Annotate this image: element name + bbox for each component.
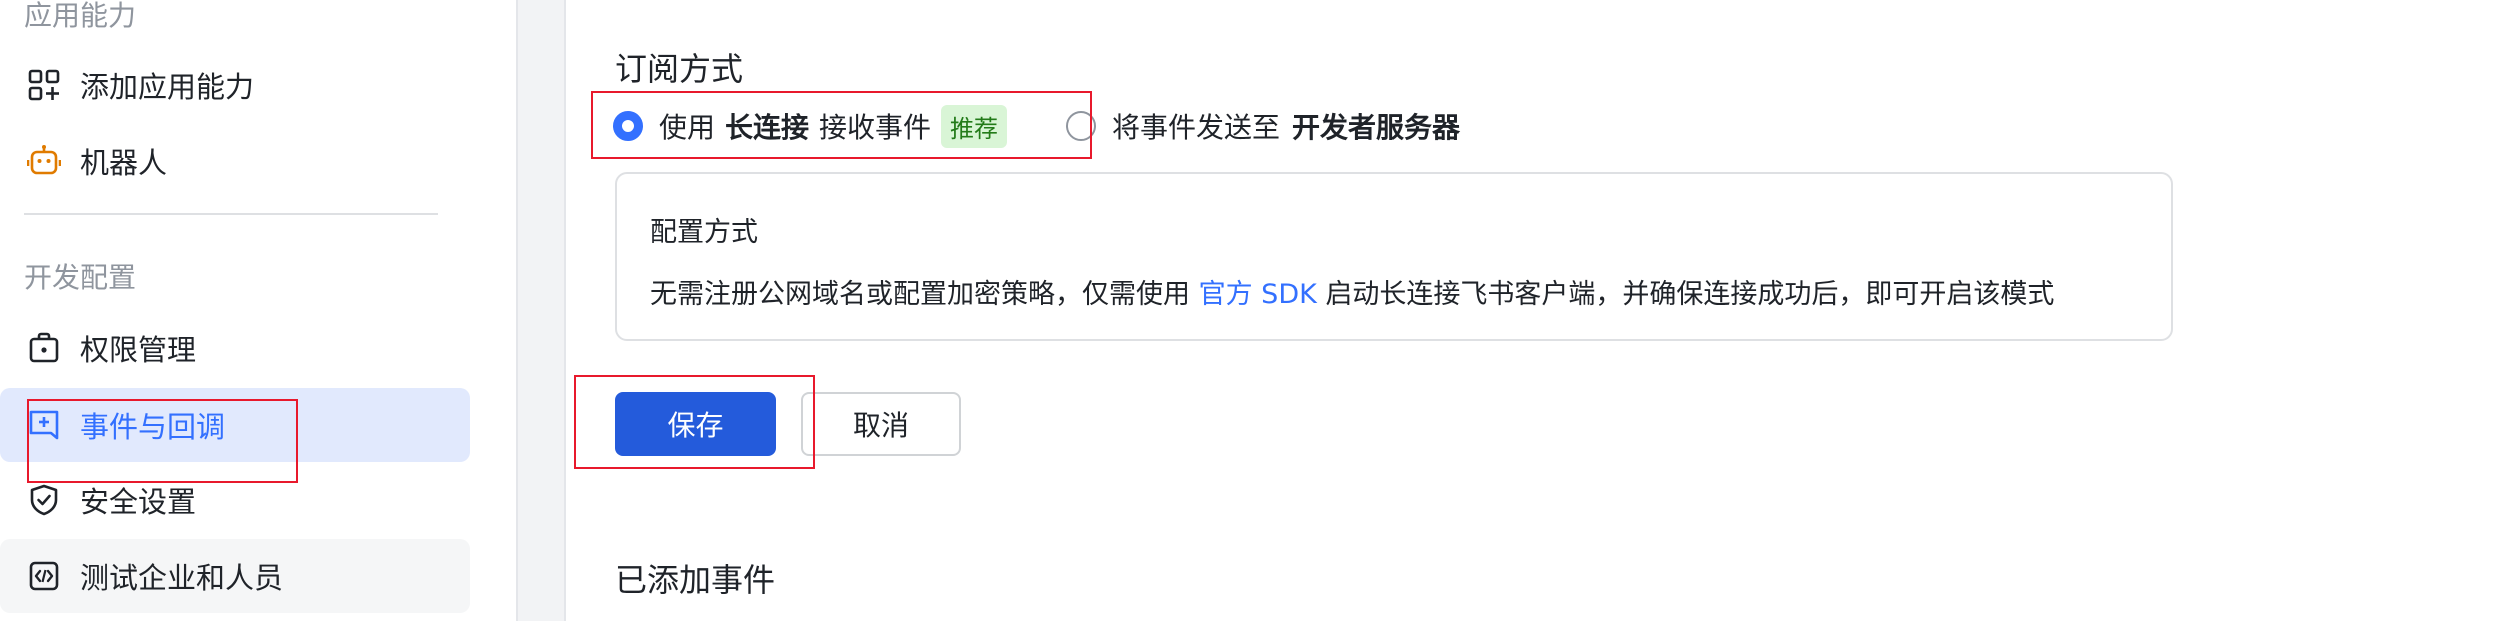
config-desc-after: 启动长连接飞书客户端，并确保连接成功后，即可开启该模式 xyxy=(1325,279,2055,310)
sidebar-divider xyxy=(24,213,438,215)
sidebar-item-test-enterprise[interactable]: 测试企业和人员 xyxy=(0,539,470,613)
sdk-link[interactable]: 官方 SDK xyxy=(1199,279,1317,310)
sidebar-item-label: 测试企业和人员 xyxy=(80,561,284,595)
highlight-box-save xyxy=(574,375,815,469)
sidebar: 应用能力 添加应用能力 机器人 开发配置 权限管理 事件与回调 安全设置 测试企… xyxy=(0,0,516,621)
added-events-title: 已添加事件 xyxy=(615,561,776,599)
permission-icon xyxy=(26,330,62,366)
highlight-box-events-nav xyxy=(27,399,298,483)
config-desc-before: 无需注册公网域名或配置加密策略，仅需使用 xyxy=(650,279,1190,310)
sidebar-item-label: 机器人 xyxy=(80,146,168,180)
radio-developer-server[interactable]: 将事件发送至 开发者服务器 xyxy=(1066,104,1460,148)
config-title: 配置方式 xyxy=(650,217,758,248)
sidebar-item-add-capability[interactable]: 添加应用能力 xyxy=(0,48,470,122)
add-grid-icon xyxy=(26,67,62,103)
content-border xyxy=(564,0,566,621)
sidebar-item-label: 权限管理 xyxy=(80,333,197,367)
radio-label-bold: 开发者服务器 xyxy=(1292,111,1461,144)
section-title-app: 应用能力 xyxy=(24,0,137,32)
config-card: 配置方式 无需注册公网域名或配置加密策略，仅需使用 官方 SDK 启动长连接飞书… xyxy=(615,172,2173,341)
robot-icon xyxy=(26,143,62,179)
code-icon xyxy=(26,558,62,594)
highlight-box-radio xyxy=(591,91,1092,159)
sidebar-item-label: 添加应用能力 xyxy=(80,70,255,104)
sidebar-item-label: 安全设置 xyxy=(80,485,197,519)
subscribe-method-title: 订阅方式 xyxy=(615,50,744,88)
cancel-button[interactable]: 取消 xyxy=(801,392,961,456)
sidebar-item-permissions[interactable]: 权限管理 xyxy=(0,311,470,385)
shield-icon xyxy=(26,482,62,518)
radio-label-prefix: 将事件发送至 xyxy=(1112,111,1281,144)
section-title-dev: 开发配置 xyxy=(24,261,137,294)
config-description: 无需注册公网域名或配置加密策略，仅需使用 官方 SDK 启动长连接飞书客户端，并… xyxy=(650,272,2054,311)
sidebar-item-robot[interactable]: 机器人 xyxy=(0,124,470,198)
content-gutter xyxy=(518,0,564,621)
